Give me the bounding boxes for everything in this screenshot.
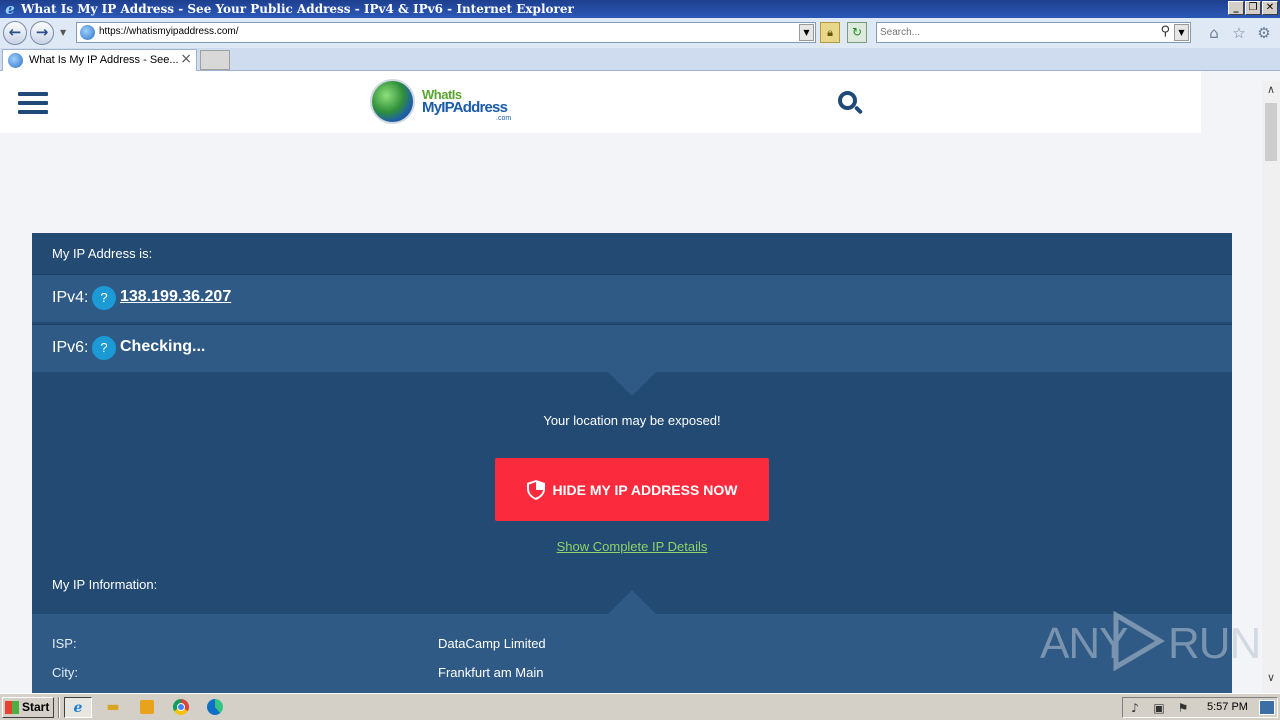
ip-card-heading: My IP Address is:: [52, 246, 153, 261]
tab-whatismyip[interactable]: What Is My IP Address - See... ×: [2, 49, 197, 71]
system-tray: ♪ ▣ ⚑ 5:57 PM: [1122, 697, 1278, 718]
window-title: What Is My IP Address - See Your Public …: [21, 2, 574, 16]
page-viewport: WhatIs MyIPAddress .com ∧ ∨ My IP Addres…: [0, 71, 1280, 693]
tab-bar: What Is My IP Address - See... ×: [0, 48, 1280, 71]
search-dropdown-button[interactable]: ▼: [1174, 24, 1189, 41]
ipv4-value-link[interactable]: 138.199.36.207: [120, 288, 231, 306]
search-icon[interactable]: ⚲: [1160, 24, 1170, 39]
new-tab-button[interactable]: [200, 50, 230, 70]
home-icon[interactable]: ⌂: [1205, 24, 1223, 42]
scroll-thumb[interactable]: [1265, 103, 1277, 161]
window-controls: _ ❐ ✕: [1228, 1, 1278, 15]
taskbar-separator: [58, 697, 60, 718]
ipv6-help-icon[interactable]: ?: [92, 336, 116, 360]
close-tab-icon[interactable]: ×: [180, 51, 192, 67]
address-toolbar: ← → ▼ https://whatismyipaddress.com/ ▼ 🔒…: [0, 18, 1280, 48]
close-button[interactable]: ✕: [1262, 1, 1278, 15]
logo-globe-icon: [370, 79, 415, 124]
scroll-down-icon[interactable]: ∨: [1262, 671, 1280, 687]
start-label: Start: [22, 700, 50, 714]
ip-info-heading: My IP Information:: [52, 577, 158, 592]
site-search-icon[interactable]: [836, 89, 864, 117]
ipv6-value: Checking...: [120, 338, 206, 355]
tab-label: What Is My IP Address - See...: [29, 54, 179, 66]
anyrun-watermark: ANY RUN: [1040, 609, 1261, 673]
site-logo[interactable]: WhatIs MyIPAddress .com: [370, 77, 520, 127]
site-globe-icon: [80, 25, 95, 40]
city-value: Frankfurt am Main: [438, 665, 544, 680]
logo-text-line2: MyIPAddress: [422, 99, 508, 116]
scroll-up-icon[interactable]: ∧: [1262, 83, 1280, 99]
ie-logo-icon: e: [5, 0, 15, 18]
tab-favicon-icon: [8, 53, 23, 68]
gear-icon[interactable]: ⚙: [1255, 24, 1273, 42]
divider-notch: [608, 372, 656, 396]
watermark-text-right: RUN: [1168, 619, 1261, 668]
hide-ip-button[interactable]: HIDE MY IP ADDRESS NOW: [495, 458, 769, 521]
windows-logo-icon: [5, 701, 19, 714]
ipv4-help-icon[interactable]: ?: [92, 286, 116, 310]
search-field[interactable]: ⚲ ▼: [876, 22, 1191, 43]
lock-icon[interactable]: 🔒︎: [820, 22, 840, 43]
url-text[interactable]: https://whatismyipaddress.com/: [99, 26, 239, 37]
isp-key: ISP:: [52, 636, 77, 651]
forward-button[interactable]: →: [30, 21, 54, 45]
network-icon[interactable]: ▣: [1151, 700, 1167, 716]
taskbar-ie-icon[interactable]: e: [64, 697, 92, 718]
taskbar-media-player-icon[interactable]: [133, 697, 161, 718]
history-dropdown[interactable]: ▼: [60, 28, 66, 37]
ipv6-label: IPv6:: [52, 339, 89, 356]
arrow-left-icon: ←: [8, 23, 22, 41]
ipv4-row: IPv4: ? 138.199.36.207: [32, 274, 1232, 322]
url-dropdown-button[interactable]: ▼: [799, 24, 814, 41]
isp-value: DataCamp Limited: [438, 636, 546, 651]
hide-ip-button-label: HIDE MY IP ADDRESS NOW: [552, 481, 738, 498]
favorites-star-icon[interactable]: ☆: [1230, 24, 1248, 42]
menu-hamburger-icon[interactable]: [18, 92, 48, 114]
action-center-flag-icon[interactable]: ⚑: [1175, 700, 1191, 716]
taskbar-folder-icon[interactable]: ▬: [99, 697, 127, 718]
address-field[interactable]: https://whatismyipaddress.com/ ▼: [76, 22, 816, 43]
ipv6-row: IPv6: ? Checking...: [32, 324, 1232, 372]
show-ip-details-link[interactable]: Show Complete IP Details: [32, 539, 1232, 554]
logo-text-line3: .com: [496, 115, 512, 122]
show-desktop-icon[interactable]: [1259, 700, 1275, 715]
divider-notch: [608, 590, 656, 614]
location-warning-text: Your location may be exposed!: [543, 413, 721, 428]
watermark-play-icon: [1113, 611, 1165, 671]
back-button[interactable]: ←: [3, 21, 27, 45]
minimize-button[interactable]: _: [1228, 1, 1244, 15]
volume-icon[interactable]: ♪: [1127, 700, 1143, 716]
restore-button[interactable]: ❐: [1245, 1, 1261, 15]
taskbar: Start e ▬ ♪ ▣ ⚑ 5:57 PM: [0, 693, 1280, 720]
vertical-scrollbar[interactable]: ∧ ∨: [1262, 81, 1280, 693]
site-header: WhatIs MyIPAddress .com: [0, 71, 1201, 133]
window-titlebar: e What Is My IP Address - See Your Publi…: [0, 0, 1280, 18]
taskbar-chrome-icon[interactable]: [167, 697, 195, 718]
city-key: City:: [52, 665, 78, 680]
arrow-right-icon: →: [35, 23, 49, 41]
search-input[interactable]: [880, 25, 1150, 40]
taskbar-edge-icon[interactable]: [201, 697, 229, 718]
refresh-button[interactable]: ↻: [847, 22, 867, 43]
clock[interactable]: 5:57 PM: [1207, 701, 1248, 713]
ipv4-label: IPv4:: [52, 289, 89, 306]
shield-icon: [526, 479, 545, 500]
start-button[interactable]: Start: [2, 697, 54, 718]
